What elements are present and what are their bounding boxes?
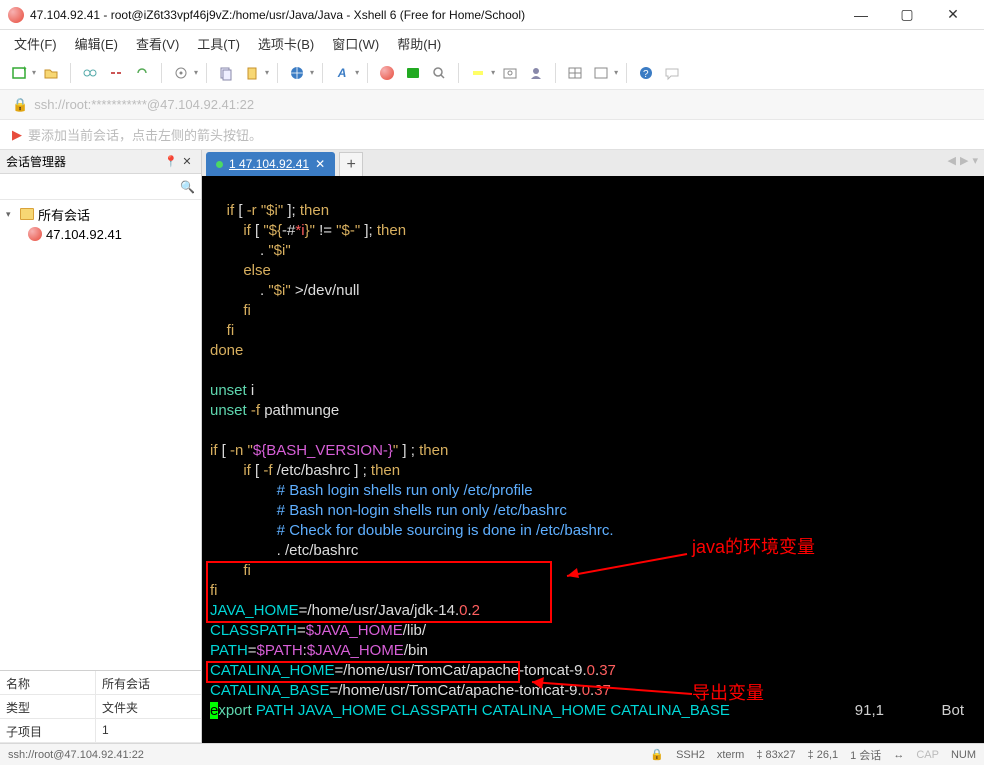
ssh-lock-icon: 🔒 — [650, 748, 664, 761]
comment-icon[interactable] — [661, 62, 683, 84]
hint-text: 要添加当前会话，点击左侧的箭头按钮。 — [28, 125, 262, 144]
terminal-icon[interactable] — [402, 62, 424, 84]
titlebar: 47.104.92.41 - root@iZ6t33vpf46j9vZ:/hom… — [0, 0, 984, 30]
disconnect-icon[interactable] — [105, 62, 127, 84]
tab-bar: 1 47.104.92.41 ✕ + ◀ ▶ ▾ — [202, 150, 984, 176]
annotation-box-1 — [206, 561, 552, 623]
menu-file[interactable]: 文件(F) — [10, 32, 61, 55]
tab-label: 1 47.104.92.41 — [229, 157, 309, 171]
search-icon[interactable]: 🔍 — [180, 180, 195, 194]
window-title: 47.104.92.41 - root@iZ6t33vpf46j9vZ:/hom… — [30, 8, 838, 22]
minimize-button[interactable]: — — [838, 0, 884, 30]
menu-window[interactable]: 窗口(W) — [328, 32, 383, 55]
svg-text:+: + — [22, 65, 27, 73]
font-icon[interactable]: A — [331, 62, 353, 84]
collapse-icon[interactable]: ▾ — [6, 209, 16, 220]
session-node-icon — [28, 227, 42, 241]
root-label: 所有会话 — [38, 205, 90, 224]
sidebar-close-icon[interactable]: ✕ — [179, 155, 195, 168]
tree-root[interactable]: ▾ 所有会话 — [6, 204, 195, 224]
search-input[interactable] — [6, 180, 180, 194]
user-icon[interactable] — [525, 62, 547, 84]
main-area: 会话管理器 📍 ✕ 🔍 ▾ 所有会话 47.104.92.41 名称 所有会话 — [0, 150, 984, 743]
prop-children: 子项目 1 — [0, 719, 201, 743]
maximize-button[interactable]: ▢ — [884, 0, 930, 30]
status-dot-icon — [216, 161, 223, 168]
reconnect-icon[interactable] — [131, 62, 153, 84]
tab-next-icon[interactable]: ▶ — [960, 154, 968, 167]
sidebar-title: 会话管理器 — [6, 153, 163, 170]
annotation-export: 导出变量 — [692, 684, 764, 703]
prop-name: 名称 所有会话 — [0, 671, 201, 695]
help-icon[interactable]: ? — [635, 62, 657, 84]
annotation-box-2 — [206, 661, 520, 683]
status-address: ssh://root@47.104.92.41:22 — [8, 749, 144, 761]
grip-icon: ↔ — [893, 749, 904, 761]
folder-icon — [20, 208, 34, 220]
menu-help[interactable]: 帮助(H) — [393, 32, 445, 55]
status-bar: ssh://root@47.104.92.41:22 🔒 SSH2 xterm … — [0, 743, 984, 765]
status-num: NUM — [951, 749, 976, 761]
toolbar: +▾ ▾ ▾ ▾ A▾ ▾ ▾ ? — [0, 56, 984, 90]
tab-active[interactable]: 1 47.104.92.41 ✕ — [206, 152, 335, 176]
find-icon[interactable] — [428, 62, 450, 84]
tab-nav: ◀ ▶ ▾ — [948, 154, 978, 167]
flag-icon: ▶ — [12, 127, 22, 143]
hint-bar: ▶ 要添加当前会话，点击左侧的箭头按钮。 — [0, 120, 984, 150]
session-tree: ▾ 所有会话 47.104.92.41 — [0, 200, 201, 670]
session-manager: 会话管理器 📍 ✕ 🔍 ▾ 所有会话 47.104.92.41 名称 所有会话 — [0, 150, 202, 743]
app-icon — [8, 7, 24, 23]
session-label: 47.104.92.41 — [46, 227, 122, 242]
paste-icon[interactable] — [241, 62, 263, 84]
layout-icon[interactable] — [564, 62, 586, 84]
sidebar-search: 🔍 — [0, 174, 201, 200]
address-text: ssh://root:***********@47.104.92.41:22 — [34, 97, 254, 112]
close-button[interactable]: ✕ — [930, 0, 976, 30]
tree-session[interactable]: 47.104.92.41 — [6, 224, 195, 244]
arrow-1 — [557, 546, 697, 586]
tab-close-icon[interactable]: ✕ — [315, 157, 325, 171]
tab-prev-icon[interactable]: ◀ — [948, 154, 956, 167]
open-icon[interactable] — [40, 62, 62, 84]
copy-icon[interactable] — [215, 62, 237, 84]
status-cap: CAP — [916, 749, 939, 761]
content-area: 1 47.104.92.41 ✕ + ◀ ▶ ▾ if [ -r "$i" ];… — [202, 150, 984, 743]
tab-add-button[interactable]: + — [339, 152, 363, 176]
properties-icon[interactable] — [170, 62, 192, 84]
svg-text:?: ? — [643, 69, 649, 80]
globe-icon[interactable] — [286, 62, 308, 84]
lock-icon: 🔒 — [12, 97, 28, 113]
prop-type: 类型 文件夹 — [0, 695, 201, 719]
status-term: xterm — [717, 749, 745, 761]
terminal[interactable]: if [ -r "$i" ]; then if [ "${-#*i}" != "… — [202, 176, 984, 743]
xshell-icon[interactable] — [376, 62, 398, 84]
status-size: ‡ 83x27 — [756, 749, 795, 761]
pin-icon[interactable]: 📍 — [163, 155, 179, 168]
session-icon[interactable] — [590, 62, 612, 84]
menubar: 文件(F) 编辑(E) 查看(V) 工具(T) 选项卡(B) 窗口(W) 帮助(… — [0, 30, 984, 56]
menu-view[interactable]: 查看(V) — [132, 32, 183, 55]
address-bar[interactable]: 🔒 ssh://root:***********@47.104.92.41:22 — [0, 90, 984, 120]
properties-panel: 名称 所有会话 类型 文件夹 子项目 1 — [0, 670, 201, 743]
status-pos: ‡ 26,1 — [808, 749, 839, 761]
menu-edit[interactable]: 编辑(E) — [71, 32, 122, 55]
annotation-java-env: java的环境变量 — [692, 538, 815, 557]
menu-tools[interactable]: 工具(T) — [193, 32, 244, 55]
status-sessions: 1 会话 — [850, 747, 881, 763]
highlight-icon[interactable] — [467, 62, 489, 84]
sidebar-header: 会话管理器 📍 ✕ — [0, 150, 201, 174]
screenshot-icon[interactable] — [499, 62, 521, 84]
connect-icon[interactable] — [79, 62, 101, 84]
arrow-2 — [522, 674, 702, 704]
new-session-icon[interactable]: + — [8, 62, 30, 84]
menu-tab[interactable]: 选项卡(B) — [254, 32, 318, 55]
status-ssh: SSH2 — [676, 749, 705, 761]
tab-list-icon[interactable]: ▾ — [972, 154, 978, 167]
